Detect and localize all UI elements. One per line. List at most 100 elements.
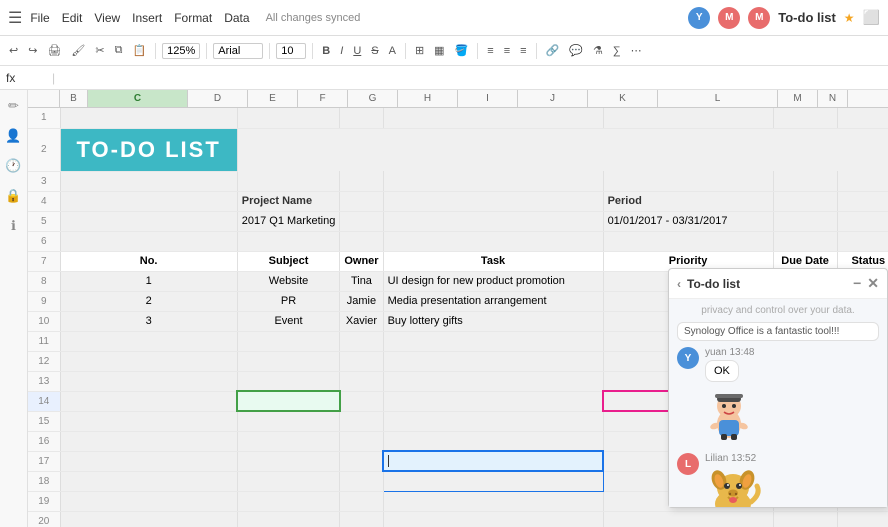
cell-e1[interactable] (383, 108, 603, 128)
cell-d20[interactable] (340, 511, 383, 527)
underline-button[interactable]: U (350, 43, 364, 59)
col-header-i[interactable]: I (458, 90, 518, 107)
cell-e4[interactable] (383, 191, 603, 211)
cell-owner-3[interactable]: Xavier (340, 311, 383, 331)
cell-task-3[interactable]: Buy lottery gifts (383, 311, 603, 331)
comment-button[interactable]: 💬 (566, 42, 586, 59)
cell-h4[interactable] (837, 191, 888, 211)
cell-d12[interactable] (340, 351, 383, 371)
undo-button[interactable]: ↩ (6, 42, 21, 59)
chat-minimize-button[interactable]: − (853, 275, 861, 292)
scissors-button[interactable]: ✂ (92, 42, 107, 59)
cell-task-2[interactable]: Media presentation arrangement (383, 291, 603, 311)
cell-e3[interactable] (383, 171, 603, 191)
col-header-f[interactable]: F (298, 90, 348, 107)
cell-c15[interactable] (237, 411, 340, 431)
cell-d14[interactable] (340, 391, 383, 411)
cell-subject-1[interactable]: Website (237, 271, 340, 291)
print-button[interactable]: 🖨 (44, 42, 64, 59)
col-header-h[interactable]: H (398, 90, 458, 107)
cell-e20[interactable] (383, 511, 603, 527)
cell-e11[interactable] (383, 331, 603, 351)
cell-no-header[interactable]: No. (60, 251, 237, 271)
function-button[interactable]: ∑ (610, 43, 624, 59)
cell-c18[interactable] (237, 471, 340, 491)
cell-task-header[interactable]: Task (383, 251, 603, 271)
cell-period-value[interactable]: 01/01/2017 - 03/31/2017 (603, 211, 773, 231)
cell-d19[interactable] (340, 491, 383, 511)
cell-owner-header[interactable]: Owner (340, 251, 383, 271)
col-header-d[interactable]: D (188, 90, 248, 107)
paste-button[interactable]: 📋 (129, 42, 149, 59)
cell-b18[interactable] (60, 471, 237, 491)
font-selector[interactable]: Arial (213, 43, 263, 59)
cell-b12[interactable] (60, 351, 237, 371)
col-header-m[interactable]: M (778, 90, 818, 107)
chat-back-button[interactable]: ‹ (677, 277, 681, 291)
cell-e12[interactable] (383, 351, 603, 371)
border-button[interactable]: ▦ (431, 42, 447, 59)
cell-b14[interactable] (60, 391, 237, 411)
cell-d16[interactable] (340, 431, 383, 451)
cell-no-2[interactable]: 2 (60, 291, 237, 311)
cell-d11[interactable] (340, 331, 383, 351)
bg-color-button[interactable]: 🪣 (452, 42, 472, 59)
hamburger-icon[interactable]: ☰ (8, 8, 22, 28)
cell-d15[interactable] (340, 411, 383, 431)
cell-g6[interactable] (773, 231, 837, 251)
cell-task-1[interactable]: UI design for new product promotion (383, 271, 603, 291)
cell-d5[interactable] (340, 211, 383, 231)
cell-b6[interactable] (60, 231, 237, 251)
col-header-c[interactable]: C (88, 90, 188, 107)
col-header-g[interactable]: G (348, 90, 398, 107)
cell-e18[interactable] (383, 471, 603, 491)
zoom-selector[interactable]: 125% (162, 43, 200, 59)
bold-button[interactable]: B (319, 43, 333, 59)
col-header-n[interactable]: N (818, 90, 848, 107)
align-left-button[interactable]: ≡ (484, 43, 496, 59)
copy-button[interactable]: ⧉ (112, 42, 126, 59)
cell-subject-3[interactable]: Event (237, 311, 340, 331)
cell-g5[interactable] (773, 211, 837, 231)
cell-d13[interactable] (340, 371, 383, 391)
menu-edit[interactable]: Edit (62, 11, 83, 25)
cell-c14[interactable] (237, 391, 340, 411)
cell-e15[interactable] (383, 411, 603, 431)
cell-d6[interactable] (340, 231, 383, 251)
col-header-l[interactable]: L (658, 90, 778, 107)
paint-format-button[interactable]: 🖌 (68, 42, 88, 59)
cell-b5[interactable] (60, 211, 237, 231)
chat-body[interactable]: privacy and control over your data. Syno… (669, 299, 887, 507)
cell-title[interactable]: TO-DO LIST (60, 128, 237, 171)
cell-f6[interactable] (603, 231, 773, 251)
text-color-button[interactable]: A (386, 43, 399, 59)
cell-b15[interactable] (60, 411, 237, 431)
sidebar-user-icon[interactable]: 👤 (5, 128, 21, 144)
cell-i20[interactable] (603, 511, 773, 527)
cell-d17[interactable]: yuan (340, 451, 383, 471)
cell-h3[interactable] (837, 171, 888, 191)
cell-d18[interactable] (340, 471, 383, 491)
menu-insert[interactable]: Insert (132, 11, 162, 25)
cell-no-1[interactable]: 1 (60, 271, 237, 291)
cell-e16[interactable] (383, 431, 603, 451)
cell-c11[interactable] (237, 331, 340, 351)
avatar-y[interactable]: Y (688, 7, 710, 29)
sidebar-info-icon[interactable]: ℹ (11, 218, 16, 234)
redo-button[interactable]: ↪ (25, 42, 40, 59)
cell-project-label[interactable]: Project Name (237, 191, 340, 211)
cell-b3[interactable] (60, 171, 237, 191)
cell-h6[interactable] (837, 231, 888, 251)
cell-b11[interactable] (60, 331, 237, 351)
cell-b16[interactable] (60, 431, 237, 451)
cell-g1[interactable] (773, 108, 837, 128)
more-button[interactable]: ⋯ (628, 42, 645, 59)
cell-project-value[interactable]: 2017 Q1 Marketing (237, 211, 340, 231)
maximize-button[interactable]: ⬜ (863, 9, 880, 26)
merge-button[interactable]: ⊞ (412, 42, 427, 59)
cell-b17[interactable] (60, 451, 237, 471)
col-header-e[interactable]: E (248, 90, 298, 107)
cell-subject-header[interactable]: Subject (237, 251, 340, 271)
menu-view[interactable]: View (94, 11, 120, 25)
cell-h5[interactable] (837, 211, 888, 231)
